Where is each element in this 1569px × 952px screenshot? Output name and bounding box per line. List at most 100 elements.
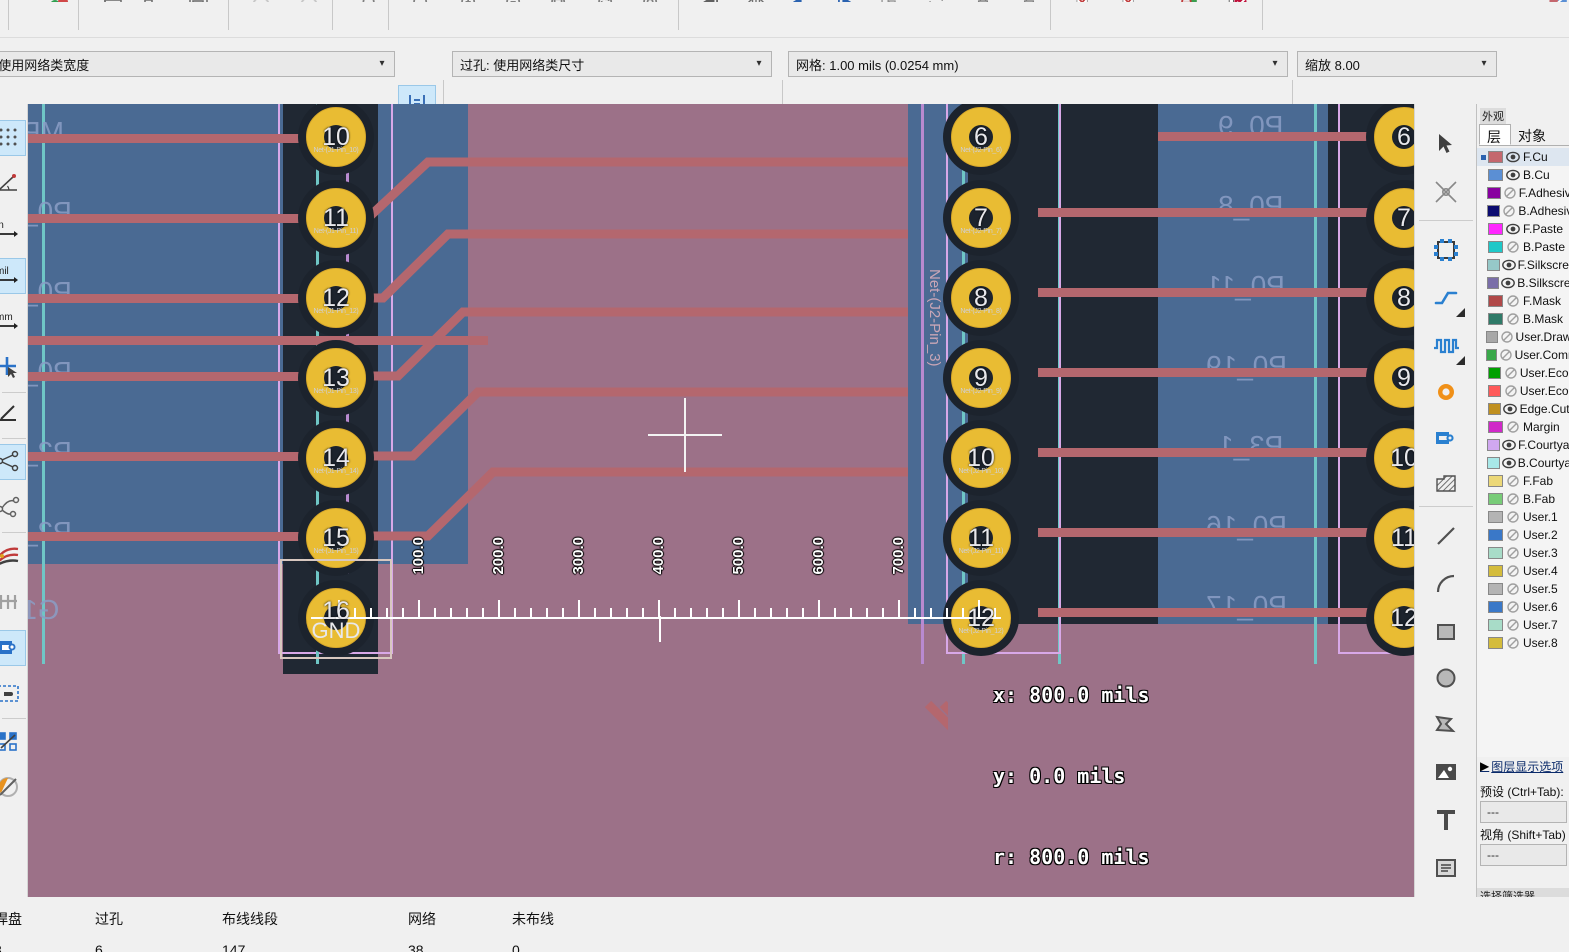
layer-row-b-fab[interactable]: B.Fab (1477, 490, 1569, 508)
pad-left-14[interactable]: 14 Net-(J1-Pin_14) (298, 420, 374, 496)
layer-color-swatch[interactable] (1488, 169, 1503, 181)
layer-color-swatch[interactable] (1486, 277, 1500, 289)
draw-polygon-tool-button[interactable] (1425, 704, 1467, 746)
zoom-combo[interactable]: 缩放 8.00 ▾ (1297, 51, 1497, 77)
eye-visible-icon[interactable] (1505, 222, 1521, 236)
layer-color-swatch[interactable] (1487, 367, 1502, 379)
lock-icon[interactable] (970, 0, 996, 2)
zoom-in-icon[interactable] (456, 0, 482, 2)
eye-hidden-icon[interactable] (1503, 366, 1518, 380)
erc-icon[interactable] (1116, 0, 1142, 2)
eye-hidden-icon[interactable] (1503, 186, 1517, 200)
tab-layers[interactable]: 层 (1479, 124, 1511, 145)
draw-circle-tool-button[interactable] (1425, 658, 1467, 700)
eye-visible-icon[interactable] (1501, 276, 1516, 290)
zoom-out-icon[interactable] (501, 0, 527, 2)
zoom-fit-icon[interactable] (546, 0, 572, 2)
3d-viewer-icon[interactable] (1176, 0, 1202, 2)
select-tool-button[interactable] (1425, 124, 1467, 166)
layer-color-swatch[interactable] (1488, 241, 1503, 253)
layer-row-user-6[interactable]: User.6 (1477, 598, 1569, 616)
group-icon[interactable] (876, 0, 902, 2)
eye-hidden-icon[interactable] (1505, 564, 1521, 578)
eye-hidden-icon[interactable] (1503, 384, 1518, 398)
drc-icon[interactable] (1224, 0, 1250, 2)
draw-zone-tool-button[interactable] (1425, 418, 1467, 460)
layer-row-f-fab[interactable]: F.Fab (1477, 472, 1569, 490)
highlight-net-tool-button[interactable] (1425, 172, 1467, 214)
draw-arc-tool-button[interactable] (1425, 564, 1467, 606)
eye-hidden-icon[interactable] (1500, 330, 1514, 344)
layer-color-swatch[interactable] (1488, 313, 1503, 325)
layer-row-user-4[interactable]: User.4 (1477, 562, 1569, 580)
layer-row-user-3[interactable]: User.3 (1477, 544, 1569, 562)
45-degree-mode-button[interactable] (0, 396, 26, 432)
pad-left-11[interactable]: 11 Net-(J1-Pin_11) (298, 180, 374, 256)
eye-hidden-icon[interactable] (1499, 348, 1513, 362)
layer-row-f-paste[interactable]: F.Paste (1477, 220, 1569, 238)
eye-hidden-icon[interactable] (1505, 492, 1521, 506)
layer-color-swatch[interactable] (1487, 205, 1501, 217)
layer-color-swatch[interactable] (1487, 403, 1502, 415)
via-size-combo[interactable]: 过孔: 使用网络类尺寸 ▾ (452, 51, 772, 77)
pad-mid-11[interactable]: 11 Net-(J2-Pin_11) (943, 500, 1019, 576)
layer-row-f-silkscreen[interactable]: F.Silkscreen (1477, 256, 1569, 274)
preset-combo[interactable]: --- (1480, 801, 1567, 823)
layer-row-user-1[interactable]: User.1 (1477, 508, 1569, 526)
layer-row-user-comments[interactable]: User.Comments (1477, 346, 1569, 364)
eye-hidden-icon[interactable] (1505, 312, 1521, 326)
zoom-redraw-icon[interactable] (408, 0, 434, 2)
rotate-cw-icon[interactable] (832, 0, 858, 2)
eye-hidden-icon[interactable] (1505, 636, 1521, 650)
zone-outline-mode-button[interactable] (0, 676, 26, 712)
eye-visible-icon[interactable] (1503, 402, 1518, 416)
place-via-tool-button[interactable] (1425, 372, 1467, 414)
layer-color-swatch[interactable] (1486, 349, 1497, 361)
draw-rectangle-tool-button[interactable] (1425, 612, 1467, 654)
mirror-icon[interactable] (743, 0, 769, 2)
layer-row-user-eco1[interactable]: User.Eco1 (1477, 364, 1569, 382)
layer-pair-icon[interactable] (1546, 0, 1569, 2)
eye-hidden-icon[interactable] (1505, 528, 1521, 542)
pad-mid-10[interactable]: 10 Net-(J2-Pin_10) (943, 420, 1019, 496)
unlock-icon[interactable] (1016, 0, 1042, 2)
layer-row-b-paste[interactable]: B.Paste (1477, 238, 1569, 256)
zoom-objects-icon[interactable] (638, 0, 664, 2)
toggle-net-colors-button[interactable] (0, 770, 26, 806)
pad-left-12[interactable]: 12 Net-(J1-Pin_12) (298, 260, 374, 336)
add-text-tool-button[interactable] (1425, 800, 1467, 842)
undo-icon[interactable] (248, 0, 274, 2)
layer-row-user-8[interactable]: User.8 (1477, 634, 1569, 652)
layer-color-swatch[interactable] (1488, 295, 1503, 307)
layer-color-swatch[interactable] (1488, 511, 1503, 523)
layer-color-swatch[interactable] (1488, 493, 1503, 505)
grid-combo[interactable]: 网格: 1.00 mils (0.0254 mm) ▾ (788, 51, 1288, 77)
add-textbox-tool-button[interactable] (1425, 848, 1467, 890)
layer-color-swatch[interactable] (1488, 421, 1503, 433)
layer-list[interactable]: F.Cu B.Cu F.Adhesive B.Adhesive F.Paste B.Pas… (1477, 148, 1569, 757)
layer-color-swatch[interactable] (1488, 475, 1503, 487)
layer-color-swatch[interactable] (1488, 529, 1503, 541)
eye-hidden-icon[interactable] (1505, 600, 1521, 614)
board-setup-icon[interactable] (100, 0, 126, 2)
layer-color-swatch[interactable] (1488, 637, 1503, 649)
kicad-logo-icon[interactable] (46, 0, 72, 2)
rotate-ccw-icon[interactable] (786, 0, 812, 2)
layer-color-swatch[interactable] (1488, 583, 1503, 595)
layer-row-b-silkscreen[interactable]: B.Silkscreen (1477, 274, 1569, 292)
layer-color-swatch[interactable] (1487, 187, 1501, 199)
eye-visible-icon[interactable] (1502, 438, 1516, 452)
layer-color-swatch[interactable] (1488, 601, 1503, 613)
eye-hidden-icon[interactable] (1505, 582, 1521, 596)
units-inch-button[interactable]: in (0, 212, 26, 248)
layer-row-b-mask[interactable]: B.Mask (1477, 310, 1569, 328)
tab-objects[interactable]: 对象 (1511, 124, 1555, 145)
eye-visible-icon[interactable] (1501, 456, 1516, 470)
polar-coords-button[interactable] (0, 166, 26, 202)
layer-row-user-eco2[interactable]: User.Eco2 (1477, 382, 1569, 400)
ungroup-icon[interactable] (924, 0, 950, 2)
layer-row-b-adhesive[interactable]: B.Adhesive (1477, 202, 1569, 220)
layer-row-b-cu[interactable]: B.Cu (1477, 166, 1569, 184)
footprint-left-icon[interactable] (698, 0, 724, 2)
layer-color-swatch[interactable] (1488, 223, 1503, 235)
